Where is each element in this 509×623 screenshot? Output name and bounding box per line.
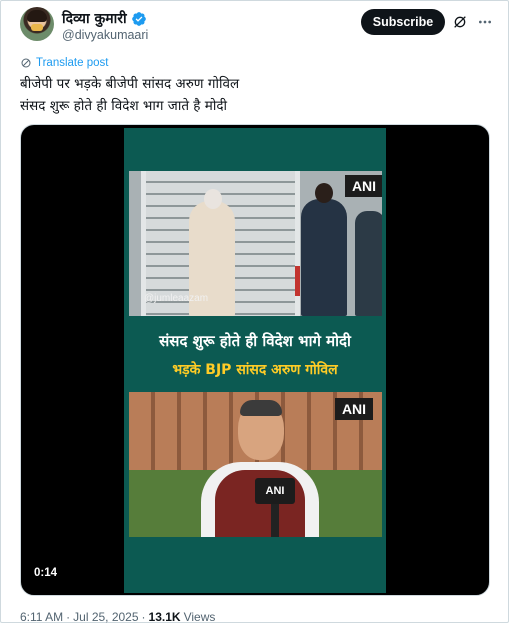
- subscribe-button[interactable]: Subscribe: [361, 9, 445, 35]
- video-player[interactable]: @jumleaazam ANI संसद शुरू होते ही विदेश …: [20, 124, 490, 596]
- speaker-hair: [240, 400, 282, 416]
- translate-post-label[interactable]: Translate post: [36, 57, 108, 69]
- video-frame: @jumleaazam ANI संसद शुरू होते ही विदेश …: [124, 128, 386, 593]
- post-time[interactable]: 6:11 AM: [20, 610, 63, 623]
- speaker-face: [238, 400, 284, 460]
- video-duration: 0:14: [34, 567, 58, 579]
- person-dark-suit: [301, 183, 347, 316]
- meta-separator: ·: [141, 610, 146, 623]
- video-watermark: @jumleaazam: [144, 293, 209, 304]
- ani-logo-top: ANI: [345, 175, 382, 197]
- ani-logo-bottom: ANI: [335, 398, 373, 420]
- person-background: [355, 211, 382, 316]
- verified-badge-icon: [131, 11, 146, 26]
- grok-icon[interactable]: [452, 14, 468, 30]
- video-scene-airport: @jumleaazam ANI: [129, 171, 382, 316]
- views-label: Views: [183, 610, 216, 623]
- red-post: [295, 266, 300, 296]
- author-display-name[interactable]: दिव्या कुमारी: [62, 9, 127, 28]
- person-head: [315, 183, 333, 203]
- video-headline-yellow: भड़के BJP सांसद अरुण गोविल: [172, 362, 338, 378]
- tweet-text-line-1: बीजेपी पर भड़के बीजेपी सांसद अरुण गोविल: [20, 76, 240, 92]
- microphone-stand: [271, 504, 279, 537]
- author-handle[interactable]: @divyakumaari: [62, 28, 148, 42]
- translate-post-link[interactable]: Translate post: [20, 57, 108, 69]
- post-meta: 6:11 AM · Jul 25, 2025 · 13.1K Views: [20, 610, 215, 623]
- avatar-hair: [27, 10, 47, 22]
- tweet-card: दिव्या कुमारी @divyakumaari Subscribe Tr…: [0, 0, 509, 623]
- more-icon[interactable]: [477, 14, 493, 30]
- meta-separator: ·: [66, 610, 71, 623]
- post-date[interactable]: Jul 25, 2025: [73, 610, 138, 623]
- tweet-text-line-2: संसद शुरू होते ही विदेश भाग जाते है मोदी: [20, 98, 227, 114]
- ani-microphone: ANI: [255, 478, 295, 504]
- person-head: [204, 189, 222, 209]
- avatar-mask: [31, 24, 43, 31]
- views-count: 13.1K: [148, 610, 181, 623]
- translate-icon: [21, 58, 31, 68]
- video-scene-parliament: ANI ANI: [129, 392, 382, 537]
- author-name-row: दिव्या कुमारी: [62, 9, 147, 28]
- avatar[interactable]: [20, 7, 54, 41]
- video-headline-white: संसद शुरू होते ही विदेश भागे मोदी: [159, 332, 351, 350]
